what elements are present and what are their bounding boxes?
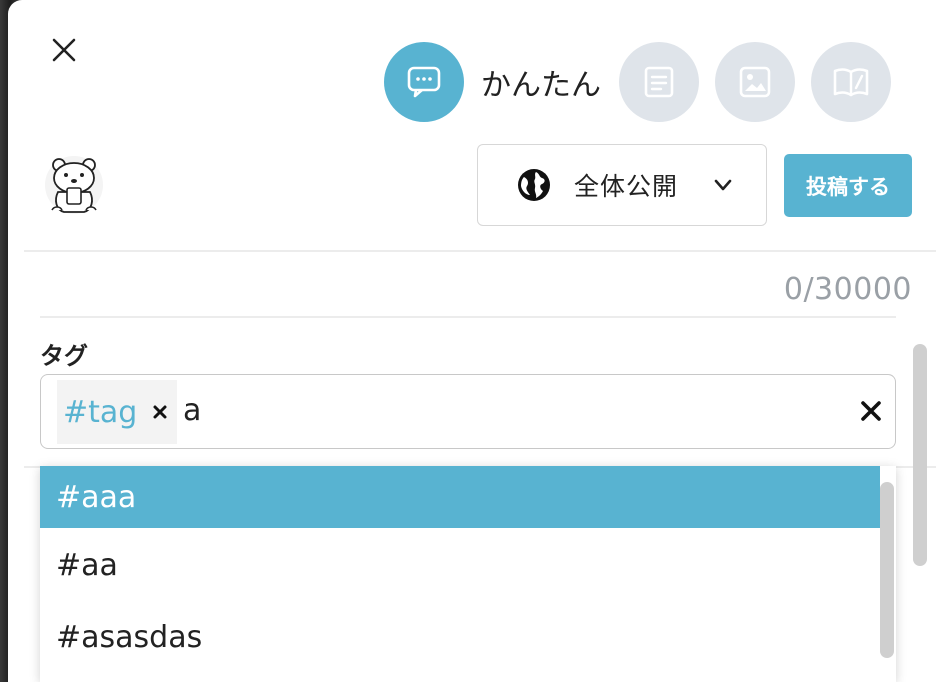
mode-image-button[interactable] bbox=[715, 42, 795, 122]
mode-simple-label: かんたん bbox=[481, 68, 601, 103]
suggestion-item[interactable]: #aaa bbox=[40, 466, 880, 528]
mode-book-button[interactable] bbox=[811, 42, 891, 122]
avatar[interactable] bbox=[44, 154, 104, 216]
mode-document-button[interactable] bbox=[619, 42, 699, 122]
mode-simple-button[interactable] bbox=[384, 42, 464, 122]
suggestion-item[interactable]: #aa bbox=[40, 534, 880, 596]
post-button[interactable]: 投稿する bbox=[784, 154, 912, 217]
chat-bubble-icon bbox=[407, 66, 441, 98]
tag-input[interactable]: #tag a bbox=[40, 374, 896, 449]
close-button[interactable] bbox=[46, 30, 82, 70]
visibility-label: 全体公開 bbox=[574, 172, 679, 201]
tag-heading: タグ bbox=[40, 342, 88, 370]
modal-scrollbar[interactable] bbox=[913, 344, 927, 566]
mode-selector: かんたん bbox=[384, 42, 891, 122]
divider bbox=[24, 250, 936, 252]
visibility-select[interactable]: 全体公開 bbox=[477, 144, 767, 226]
clear-tags-icon[interactable] bbox=[859, 399, 883, 423]
document-icon bbox=[644, 66, 674, 98]
tag-typed-text[interactable]: a bbox=[183, 393, 201, 428]
suggestion-item[interactable]: #asasdas bbox=[40, 606, 880, 668]
tag-suggestions-dropdown: #aaa #aa #asasdas bbox=[40, 466, 896, 682]
divider bbox=[40, 316, 896, 318]
bear-avatar-icon bbox=[45, 156, 103, 214]
char-counter: 0/30000 bbox=[783, 272, 912, 307]
suggestions-scrollbar[interactable] bbox=[880, 482, 894, 658]
tag-chip-label: #tag bbox=[63, 394, 138, 430]
remove-tag-icon[interactable] bbox=[151, 403, 169, 421]
book-icon bbox=[833, 68, 869, 97]
tag-chip: #tag bbox=[57, 380, 177, 444]
post-modal: かんたん 全体公開 投稿する 0/30000 タグ #tag a #aaa #a… bbox=[8, 0, 936, 682]
chevron-down-icon bbox=[714, 179, 732, 191]
image-icon bbox=[739, 66, 771, 98]
close-icon bbox=[52, 38, 76, 62]
globe-icon bbox=[518, 169, 550, 201]
